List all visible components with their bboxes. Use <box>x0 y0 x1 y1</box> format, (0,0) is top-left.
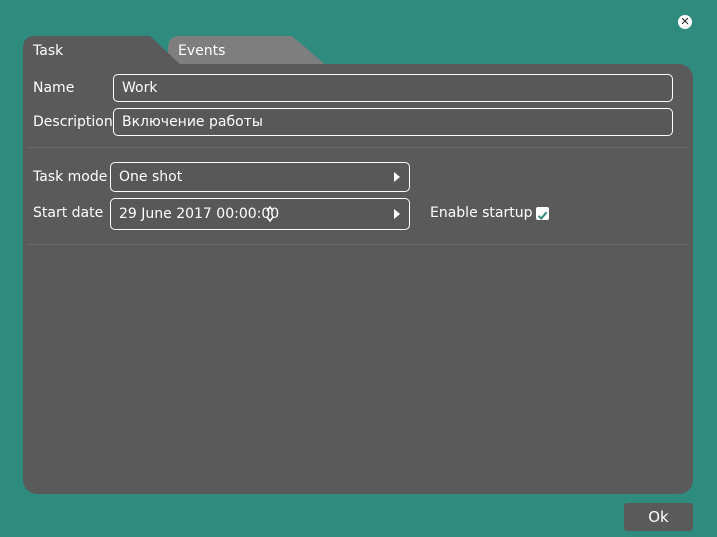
chevron-right-icon <box>394 209 400 219</box>
name-label: Name <box>33 80 75 96</box>
divider <box>28 244 688 245</box>
name-value: Work <box>122 80 158 96</box>
divider <box>28 147 688 148</box>
tab-events-label: Events <box>178 43 226 59</box>
task-mode-value: One shot <box>119 169 183 185</box>
description-label: Description <box>33 114 113 130</box>
description-field[interactable]: Включение работы <box>113 108 673 136</box>
task-panel: Name Work Description Включение работы T… <box>23 64 693 494</box>
start-date-label: Start date <box>33 205 104 221</box>
enable-startup-checkbox[interactable] <box>536 207 549 220</box>
ok-label: Ok <box>648 508 669 526</box>
description-value: Включение работы <box>122 114 263 130</box>
start-date-value: 29 June 2017 00:00:00 <box>119 206 280 222</box>
task-mode-label: Task mode <box>33 169 108 185</box>
check-icon <box>537 211 548 220</box>
task-mode-select[interactable]: One shot <box>110 162 410 192</box>
start-date-field[interactable]: 29 June 2017 00:00:00 <box>110 198 410 230</box>
tab-task-label: Task <box>33 43 64 59</box>
enable-startup-label: Enable startup <box>430 205 533 221</box>
name-field[interactable]: Work <box>113 74 673 102</box>
chevron-right-icon <box>394 172 400 182</box>
tab-task[interactable] <box>0 0 717 70</box>
spinner-icon[interactable] <box>265 205 275 223</box>
ok-button[interactable]: Ok <box>624 503 693 531</box>
